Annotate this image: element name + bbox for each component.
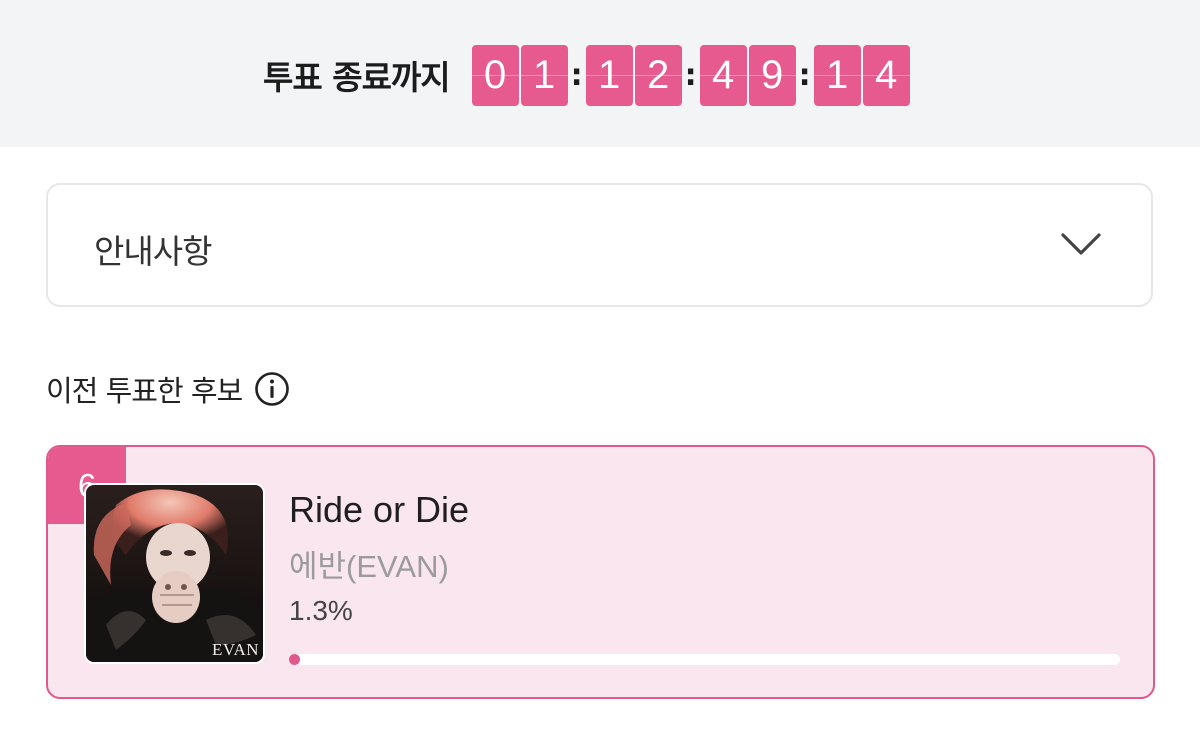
previous-vote-heading: 이전 투표한 후보 [46, 368, 290, 410]
album-art-image [86, 485, 263, 662]
countdown-separator: : [684, 57, 697, 93]
countdown-separator: : [570, 57, 583, 93]
album-cover: EVAN [84, 483, 265, 664]
vote-progress-bar [289, 654, 1120, 665]
countdown-digit: 2 [634, 44, 682, 106]
countdown-digits: 0 1 : 1 2 : 4 9 : 1 4 [471, 44, 912, 106]
notice-label: 안내사항 [94, 232, 212, 271]
vote-timer: 투표 종료까지 0 1 : 1 2 : 4 9 : 1 4 [263, 44, 912, 106]
info-icon[interactable] [254, 371, 290, 407]
previous-vote-label: 이전 투표한 후보 [46, 374, 243, 408]
artist-name: 에반(EVAN) [289, 549, 449, 584]
countdown-digit: 1 [585, 44, 633, 106]
vote-timer-bar: 투표 종료까지 0 1 : 1 2 : 4 9 : 1 4 [0, 0, 1200, 147]
chevron-down-icon[interactable] [1059, 229, 1103, 259]
countdown-digit: 0 [471, 44, 519, 106]
notice-accordion[interactable]: 안내사항 [46, 183, 1153, 307]
vote-progress-fill [289, 654, 300, 665]
countdown-digit: 9 [748, 44, 796, 106]
candidate-card[interactable]: 6 EVAN Ride or Die 에반(EVAN) 1.3% [46, 445, 1155, 699]
countdown-digit: 1 [813, 44, 861, 106]
vote-percentage: 1.3% [289, 595, 353, 626]
countdown-separator: : [798, 57, 811, 93]
countdown-digit: 1 [520, 44, 568, 106]
timer-label: 투표 종료까지 [263, 58, 451, 97]
countdown-digit: 4 [699, 44, 747, 106]
album-text: EVAN [211, 640, 259, 659]
countdown-digit: 4 [862, 44, 910, 106]
song-title: Ride or Die [289, 489, 470, 530]
